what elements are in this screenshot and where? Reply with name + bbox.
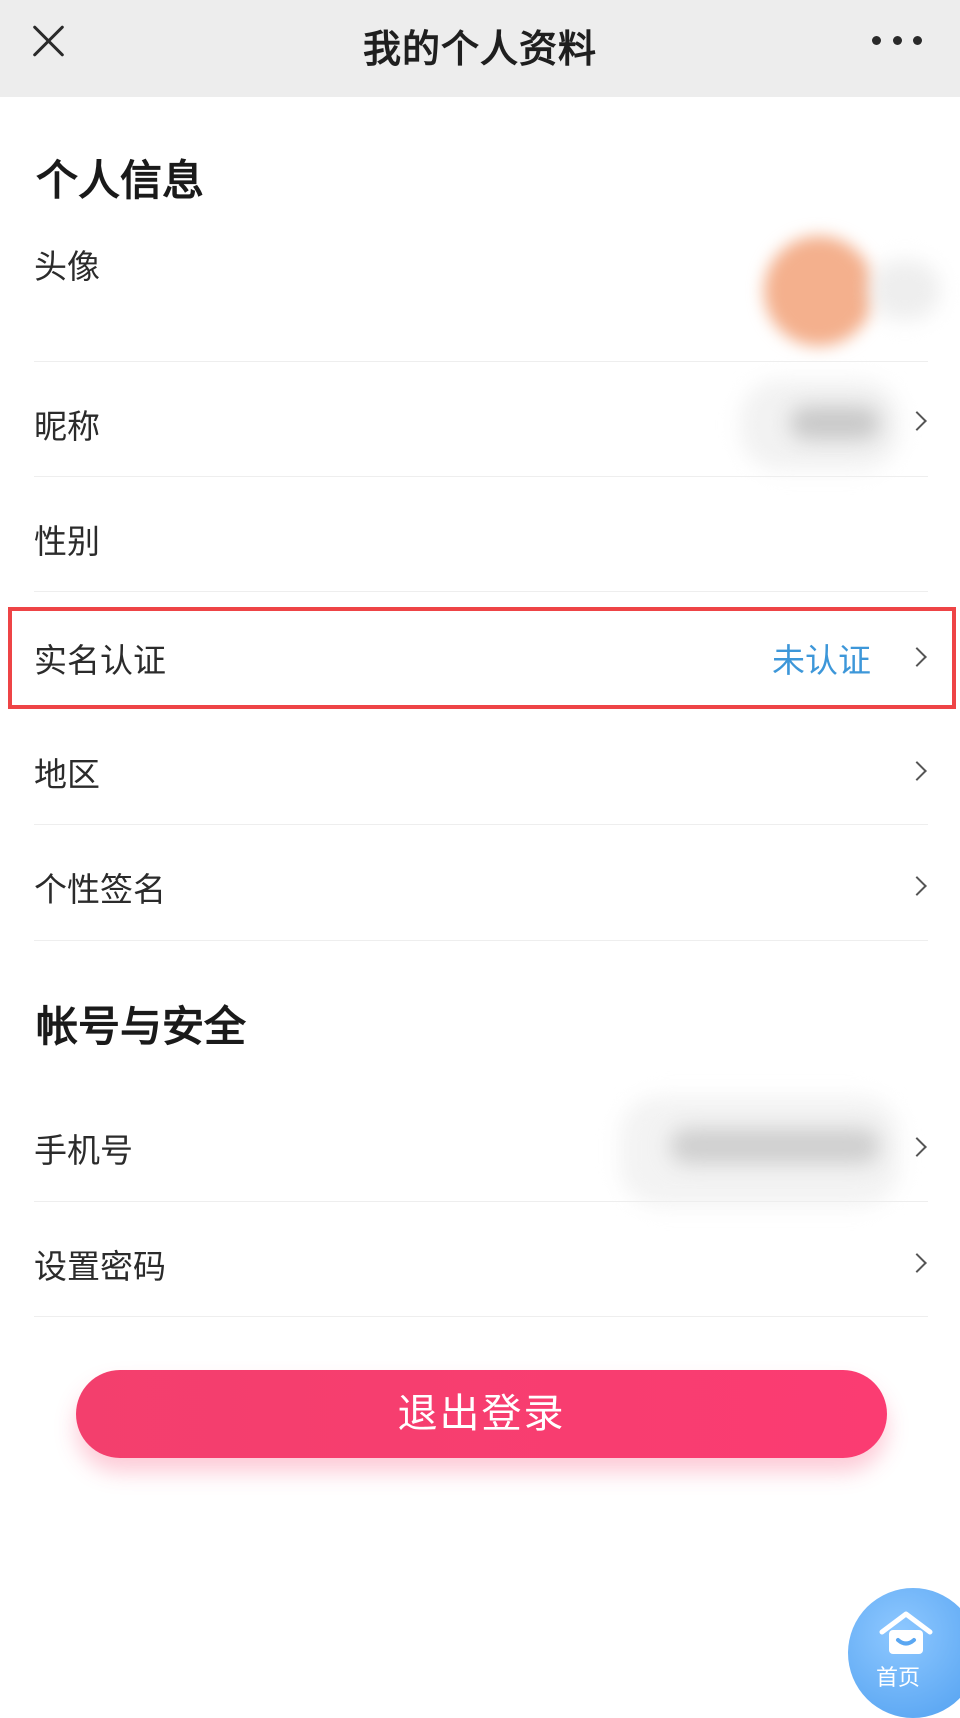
row-label: 手机号 [34,1131,133,1170]
row-gender[interactable]: 性别 [0,477,960,591]
divider [34,1316,928,1317]
divider [34,591,928,592]
home-label: 首页 [876,1666,921,1691]
chevron-right-icon [907,411,927,431]
row-label: 个性签名 [34,870,166,909]
row-label: 头像 [34,247,100,286]
dot [913,35,922,45]
top-nav-bar: 我的个人资料 [0,0,960,97]
highlight-box [8,607,956,709]
nickname-value-blurred [790,406,880,440]
avatar-blur [870,260,940,320]
row-label: 设置密码 [34,1247,166,1286]
home-icon [879,1611,933,1654]
row-avatar[interactable]: 头像 [0,230,960,360]
divider [34,940,928,941]
chevron-right-icon [907,1253,927,1273]
more-dots-icon[interactable] [872,34,922,46]
row-label: 昵称 [34,407,100,446]
dot [872,35,881,45]
row-label: 地区 [34,755,100,794]
section-title-personal-info: 个人信息 [36,156,205,205]
chevron-right-icon [907,876,927,896]
row-signature[interactable]: 个性签名 [0,825,960,939]
row-region[interactable]: 地区 [0,710,960,824]
home-button[interactable]: 首页 [848,1588,960,1718]
row-phone[interactable]: 手机号 [0,1086,960,1206]
row-label: 性别 [34,522,100,561]
dot [892,35,902,45]
page-title: 我的个人资料 [362,27,597,71]
row-nickname[interactable]: 昵称 [0,362,960,476]
avatar [764,236,874,346]
chevron-right-icon [907,761,927,781]
chevron-right-icon [907,1137,927,1157]
row-set-password[interactable]: 设置密码 [0,1202,960,1316]
section-title-account-security: 帐号与安全 [36,1002,247,1051]
phone-value-blurred [670,1128,880,1164]
logout-button[interactable]: 退出登录 [76,1370,887,1458]
